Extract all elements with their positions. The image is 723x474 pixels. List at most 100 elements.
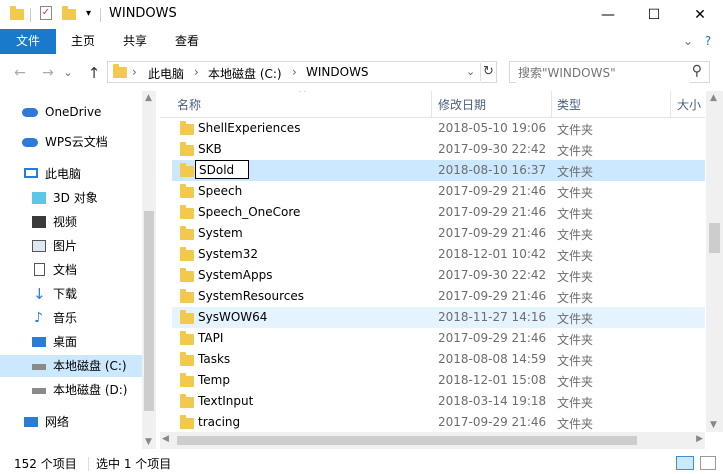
search-input[interactable] [516,63,690,83]
close-button[interactable]: ✕ [677,0,723,29]
ribbon: 文件 主页 共享 查看 ⌄ ? [0,29,723,54]
nav-item-label: 网络 [45,415,70,429]
recent-locations-button[interactable]: ⌄ [62,64,74,82]
column-divider[interactable] [431,91,432,117]
new-folder-icon[interactable] [62,6,76,23]
breadcrumb-local-disk-c[interactable]: 本地磁盘 (C:) [208,65,282,82]
forward-button[interactable]: → [38,64,58,82]
scroll-up-icon[interactable]: ▲ [710,93,717,103]
scroll-down-icon[interactable]: ▼ [710,420,717,430]
folder-icon [180,247,194,261]
column-divider[interactable] [670,91,671,117]
nav-item-pictures[interactable]: 图片 [0,235,142,257]
file-row[interactable]: SystemResources 2017-09-29 21:46 文件夹 [172,286,705,307]
tab-share[interactable]: 共享 [110,29,160,54]
file-row-hover[interactable]: SysWOW64 2018-11-27 14:16 文件夹 [172,307,705,328]
help-icon[interactable]: ? [700,29,716,54]
nav-item-local-disk-c[interactable]: 本地磁盘 (C:) [0,355,142,377]
up-button[interactable]: ↑ [84,64,104,82]
file-list-scrollbar[interactable]: ▲ ▼ [706,91,723,432]
file-row[interactable]: SystemApps 2017-09-30 22:42 文件夹 [172,265,705,286]
address-dropdown-icon[interactable]: ⌄ [466,65,475,78]
file-row[interactable]: Speech_OneCore 2017-09-29 21:46 文件夹 [172,202,705,223]
file-row[interactable]: Temp 2018-12-01 15:08 文件夹 [172,370,705,391]
back-button[interactable]: ← [10,64,30,82]
address-bar[interactable]: › 此电脑 › 本地磁盘 (C:) › WINDOWS ⌄ ↻ [107,61,497,83]
column-divider[interactable] [551,91,552,117]
nav-item-onedrive[interactable]: OneDrive [0,101,142,123]
file-row[interactable]: tracing 2017-09-29 21:46 文件夹 [172,412,705,432]
breadcrumb-separator: › [132,65,137,79]
nav-item-wps-cloud[interactable]: WPS云文档 [0,131,142,153]
customize-toolbar-icon[interactable]: ▾ [86,8,91,25]
nav-item-label: 本地磁盘 (D:) [53,383,128,397]
nav-item-music[interactable]: ♪ 音乐 [0,307,142,329]
search-box[interactable]: ⚲ [509,61,710,83]
file-row[interactable]: TextInput 2018-03-14 19:18 文件夹 [172,391,705,412]
properties-icon[interactable]: ✓ [40,6,52,20]
folder-icon [180,352,194,366]
scroll-left-icon[interactable]: ◀ [162,434,169,444]
selected-count: 选中 1 个项目 [96,457,172,471]
column-header-name[interactable]: 名称 [177,96,201,113]
navigation-scrollbar[interactable]: ▲ ▼ [142,91,156,449]
nav-item-local-disk-d[interactable]: 本地磁盘 (D:) [0,379,142,401]
file-row-selected[interactable]: 2018-08-10 16:37 文件夹 [172,160,705,181]
folder-icon [113,64,127,81]
nav-item-downloads[interactable]: ↓ 下载 [0,283,142,305]
tab-home[interactable]: 主页 [58,29,108,54]
folder-icon [180,289,194,303]
divider [480,63,481,81]
file-name: System32 [198,247,259,261]
file-name: SKB [198,142,222,156]
item-count: 152 个项目 [14,457,77,471]
nav-item-desktop[interactable]: 桌面 [0,331,142,353]
file-row[interactable]: TAPI 2017-09-29 21:46 文件夹 [172,328,705,349]
search-icon[interactable]: ⚲ [692,63,702,79]
tab-view[interactable]: 查看 [162,29,212,54]
ribbon-expand-icon[interactable]: ⌄ [680,29,696,54]
file-row[interactable]: SKB 2017-09-30 22:42 文件夹 [172,139,705,160]
file-date: 2018-05-10 19:06 [438,121,547,135]
nav-item-documents[interactable]: 文档 [0,259,142,281]
breadcrumb-windows[interactable]: WINDOWS [306,65,369,79]
details-view-icon[interactable] [676,456,694,470]
scroll-up-icon[interactable]: ▲ [145,93,152,103]
file-date: 2018-08-10 16:37 [438,163,547,177]
breadcrumb-this-pc[interactable]: 此电脑 [148,65,184,82]
column-header-row: ^ 名称 修改日期 类型 大小 [160,91,705,118]
scroll-down-icon[interactable]: ▼ [145,437,152,447]
maximize-button[interactable]: ☐ [631,0,677,29]
nav-item-network[interactable]: 网络 [0,411,142,433]
file-row[interactable]: System 2017-09-29 21:46 文件夹 [172,223,705,244]
scroll-right-icon[interactable]: ▶ [696,434,703,444]
file-date: 2017-09-29 21:46 [438,331,547,345]
refresh-icon[interactable]: ↻ [483,64,494,79]
column-header-size[interactable]: 大小 [677,96,701,113]
scrollbar-thumb[interactable] [709,223,720,253]
scrollbar-thumb[interactable] [144,211,154,411]
file-list-horizontal-scrollbar[interactable]: ◀ ▶ [160,432,705,449]
file-row[interactable]: ShellExperiences 2018-05-10 19:06 文件夹 [172,118,705,139]
file-row[interactable]: Tasks 2018-08-08 14:59 文件夹 [172,349,705,370]
file-date: 2017-09-29 21:46 [438,415,547,429]
tab-file[interactable]: 文件 [0,29,56,54]
file-row[interactable]: System32 2018-12-01 10:42 文件夹 [172,244,705,265]
scrollbar-thumb[interactable] [177,436,637,445]
nav-item-label: 图片 [53,239,78,253]
nav-item-this-pc[interactable]: 此电脑 [0,163,142,185]
nav-item-3d-objects[interactable]: 3D 对象 [0,187,142,209]
nav-item-videos[interactable]: 视频 [0,211,142,233]
minimize-button[interactable]: — [585,0,631,29]
large-icons-view-icon[interactable] [700,456,716,470]
file-name: Speech [198,184,243,198]
divider [88,457,89,471]
column-header-date[interactable]: 修改日期 [438,96,486,113]
file-row[interactable]: Speech 2017-09-29 21:46 文件夹 [172,181,705,202]
nav-item-label: 桌面 [53,335,78,349]
file-date: 2017-09-29 21:46 [438,205,547,219]
folder-icon [180,205,194,219]
rename-input[interactable] [195,160,249,179]
column-header-type[interactable]: 类型 [557,96,581,113]
folder-icon [180,310,194,324]
